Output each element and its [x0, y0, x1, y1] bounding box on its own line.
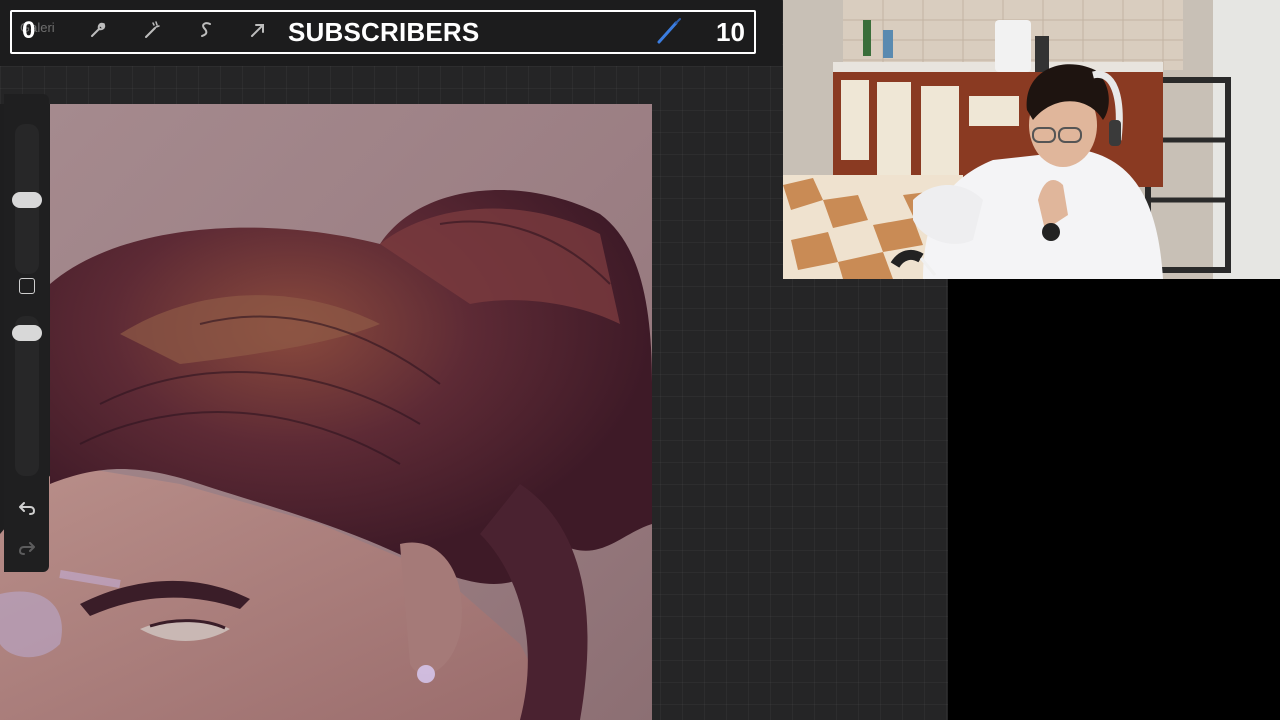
- top-toolbar: Galeri 0 SUBSCRIBERS 10: [0, 0, 782, 66]
- drawing-canvas[interactable]: [0, 104, 652, 720]
- webcam-feed: [783, 0, 1280, 279]
- undo-icon[interactable]: [17, 498, 37, 518]
- left-sidebar: [4, 94, 49, 572]
- redo-icon[interactable]: [17, 538, 37, 558]
- opacity-slider-handle[interactable]: [12, 325, 42, 341]
- counter-right: 10: [716, 17, 745, 47]
- overlay-title: SUBSCRIBERS: [288, 17, 480, 47]
- brush-size-slider-handle[interactable]: [12, 192, 42, 208]
- modify-button[interactable]: [19, 278, 35, 294]
- counter-left: 0: [22, 17, 36, 44]
